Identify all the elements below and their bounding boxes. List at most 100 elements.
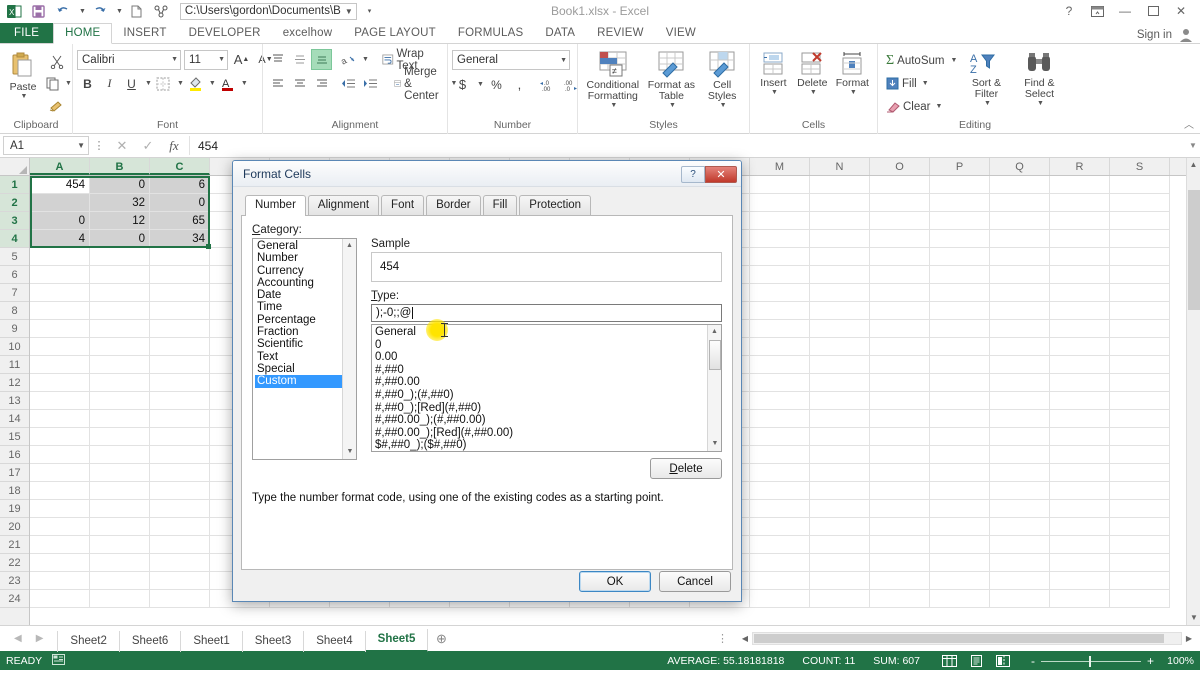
cell-A19[interactable] xyxy=(30,500,90,518)
increase-font-size-button[interactable]: A ▲ xyxy=(231,49,252,70)
cell-Q19[interactable] xyxy=(990,500,1050,518)
row-header-5[interactable]: 5 xyxy=(0,248,29,266)
cell-M6[interactable] xyxy=(750,266,810,284)
column-header-R[interactable]: R xyxy=(1050,158,1110,175)
cell-R16[interactable] xyxy=(1050,446,1110,464)
cell-O16[interactable] xyxy=(870,446,930,464)
cell-S10[interactable] xyxy=(1110,338,1170,356)
cell-O9[interactable] xyxy=(870,320,930,338)
cell-N24[interactable] xyxy=(810,590,870,608)
cell-C2[interactable]: 0 xyxy=(150,194,210,212)
align-top-button[interactable] xyxy=(267,49,288,70)
cell-R24[interactable] xyxy=(1050,590,1110,608)
cell-Q8[interactable] xyxy=(990,302,1050,320)
cell-O8[interactable] xyxy=(870,302,930,320)
cell-S24[interactable] xyxy=(1110,590,1170,608)
cell-P18[interactable] xyxy=(930,482,990,500)
cell-P10[interactable] xyxy=(930,338,990,356)
row-header-20[interactable]: 20 xyxy=(0,518,29,536)
cell-C10[interactable] xyxy=(150,338,210,356)
cell-R2[interactable] xyxy=(1050,194,1110,212)
cell-N23[interactable] xyxy=(810,572,870,590)
cell-N15[interactable] xyxy=(810,428,870,446)
cell-N4[interactable] xyxy=(810,230,870,248)
cell-B3[interactable]: 12 xyxy=(90,212,150,230)
cell-M1[interactable] xyxy=(750,176,810,194)
bold-button[interactable]: B xyxy=(77,73,98,94)
cell-S18[interactable] xyxy=(1110,482,1170,500)
cell-M24[interactable] xyxy=(750,590,810,608)
cell-M12[interactable] xyxy=(750,374,810,392)
format-code-item[interactable]: #,##0.00_);[Red](#,##0.00) xyxy=(375,427,721,440)
row-header-22[interactable]: 22 xyxy=(0,554,29,572)
cell-B1[interactable]: 0 xyxy=(90,176,150,194)
increase-decimal-button[interactable]: .0.00 xyxy=(538,74,559,95)
paste-dropdown-icon[interactable]: ▼ xyxy=(21,93,28,100)
type-input[interactable]: );-0;;@ xyxy=(371,304,722,322)
number-format-combo[interactable]: General ▼ xyxy=(452,50,570,70)
cell-O18[interactable] xyxy=(870,482,930,500)
font-size-combo[interactable]: 11 ▼ xyxy=(184,49,228,70)
cell-N17[interactable] xyxy=(810,464,870,482)
cell-N13[interactable] xyxy=(810,392,870,410)
cell-A4[interactable]: 4 xyxy=(30,230,90,248)
currency-dropdown-icon[interactable]: ▼ xyxy=(477,81,484,88)
cell-R5[interactable] xyxy=(1050,248,1110,266)
cell-R10[interactable] xyxy=(1050,338,1110,356)
vertical-scrollbar[interactable]: ▲ ▼ xyxy=(1186,158,1200,625)
cell-A18[interactable] xyxy=(30,482,90,500)
cell-R3[interactable] xyxy=(1050,212,1110,230)
cell-O20[interactable] xyxy=(870,518,930,536)
copy-dropdown-icon[interactable]: ▼ xyxy=(65,80,72,87)
maximize-button[interactable] xyxy=(1140,1,1166,21)
row-header-18[interactable]: 18 xyxy=(0,482,29,500)
cell-Q6[interactable] xyxy=(990,266,1050,284)
dialog-tab-font[interactable]: Font xyxy=(381,195,425,215)
close-button[interactable]: ✕ xyxy=(1168,1,1194,21)
cell-S12[interactable] xyxy=(1110,374,1170,392)
horizontal-scroll-thumb[interactable] xyxy=(754,634,1164,643)
add-sheet-button[interactable]: ⊕ xyxy=(428,631,454,647)
cell-Q9[interactable] xyxy=(990,320,1050,338)
cell-C12[interactable] xyxy=(150,374,210,392)
cell-O13[interactable] xyxy=(870,392,930,410)
cell-A20[interactable] xyxy=(30,518,90,536)
cell-R18[interactable] xyxy=(1050,482,1110,500)
cell-N8[interactable] xyxy=(810,302,870,320)
cell-N22[interactable] xyxy=(810,554,870,572)
row-header-21[interactable]: 21 xyxy=(0,536,29,554)
document-path-box[interactable]: C:\Users\gordon\Documents\B ▼ xyxy=(179,2,357,20)
cell-O1[interactable] xyxy=(870,176,930,194)
column-header-P[interactable]: P xyxy=(930,158,990,175)
align-middle-button[interactable] xyxy=(289,49,310,70)
decrease-indent-button[interactable] xyxy=(338,73,359,94)
cell-M11[interactable] xyxy=(750,356,810,374)
font-color-dropdown-icon[interactable]: ▼ xyxy=(241,80,248,87)
save-icon[interactable] xyxy=(27,2,49,21)
row-header-3[interactable]: 3 xyxy=(0,212,29,230)
cell-P4[interactable] xyxy=(930,230,990,248)
cell-Q1[interactable] xyxy=(990,176,1050,194)
cell-R15[interactable] xyxy=(1050,428,1110,446)
cell-R8[interactable] xyxy=(1050,302,1110,320)
row-header-7[interactable]: 7 xyxy=(0,284,29,302)
cell-S6[interactable] xyxy=(1110,266,1170,284)
dialog-tab-alignment[interactable]: Alignment xyxy=(307,195,380,215)
row-header-12[interactable]: 12 xyxy=(0,374,29,392)
cell-N3[interactable] xyxy=(810,212,870,230)
cell-B19[interactable] xyxy=(90,500,150,518)
cell-R17[interactable] xyxy=(1050,464,1110,482)
find-select-dropdown-icon[interactable]: ▼ xyxy=(1037,100,1044,107)
sheet-tab-sheet4[interactable]: Sheet4 xyxy=(304,630,366,652)
tab-insert[interactable]: INSERT xyxy=(112,24,177,43)
cell-R1[interactable] xyxy=(1050,176,1110,194)
dialog-tab-protection[interactable]: Protection xyxy=(519,195,592,215)
font-name-dropdown-icon[interactable]: ▼ xyxy=(171,56,178,63)
format-code-scrollbar[interactable]: ▲ ▼ xyxy=(707,325,721,451)
cell-C22[interactable] xyxy=(150,554,210,572)
fill-color-dropdown-icon[interactable]: ▼ xyxy=(209,80,216,87)
category-item-scientific[interactable]: Scientific xyxy=(255,338,356,350)
format-painter-button[interactable] xyxy=(42,95,72,116)
scroll-up-icon[interactable]: ▲ xyxy=(1187,158,1200,172)
cell-C7[interactable] xyxy=(150,284,210,302)
